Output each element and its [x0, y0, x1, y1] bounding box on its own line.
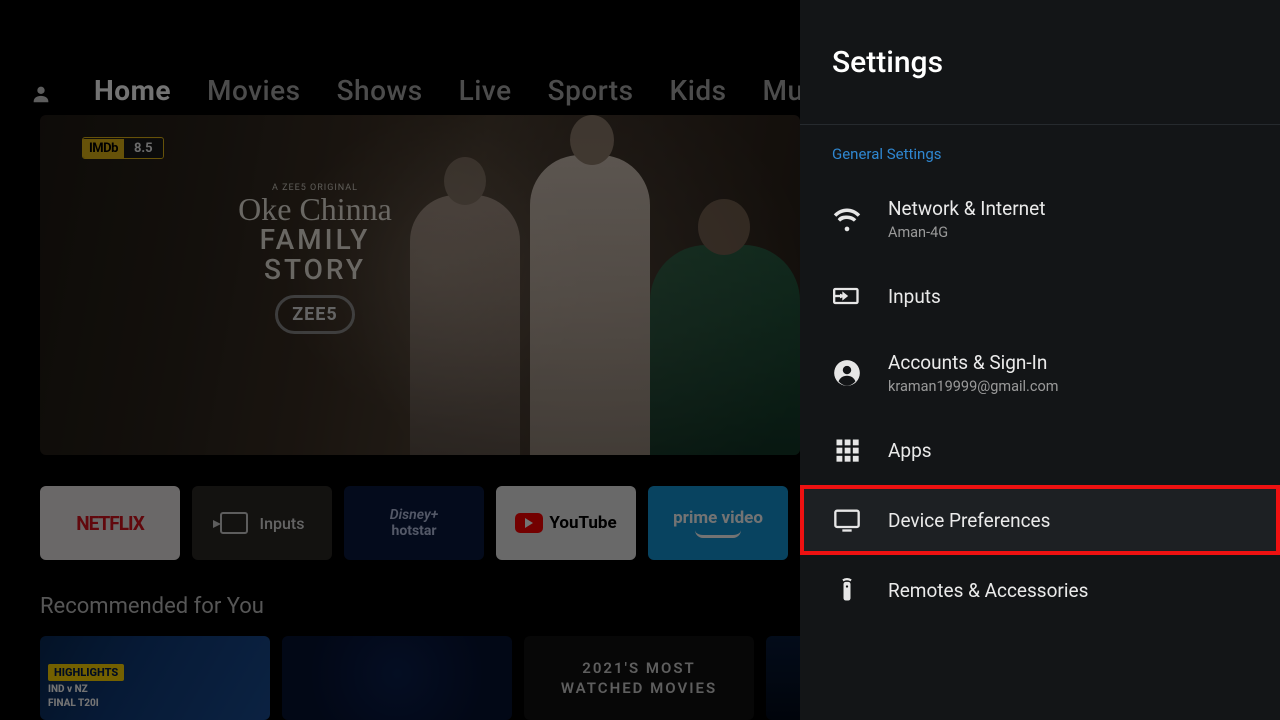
- settings-item-remotes[interactable]: Remotes & Accessories: [800, 555, 1280, 625]
- hero-tagline: A ZEE5 ORIGINAL: [220, 183, 410, 193]
- tile-prime[interactable]: prime video: [648, 486, 788, 560]
- reco-card-2[interactable]: [282, 636, 512, 720]
- settings-item-title: Device Preferences: [888, 509, 1050, 532]
- account-icon: [832, 358, 862, 388]
- reco-card-1[interactable]: HIGHLIGHTS IND v NZ FINAL T20I: [40, 636, 270, 720]
- remote-icon: [832, 575, 862, 605]
- hero-figure: [410, 195, 520, 455]
- settings-item-inputs[interactable]: Inputs: [800, 261, 1280, 331]
- tv-icon: [832, 505, 862, 535]
- youtube-play-icon: [515, 513, 543, 533]
- settings-item-title: Inputs: [888, 285, 941, 308]
- hero-title-2: STORY: [220, 255, 410, 285]
- settings-item-subtitle: Aman-4G: [888, 224, 1045, 241]
- settings-section-header: General Settings: [800, 125, 1280, 177]
- tile-hotstar[interactable]: Disney+ hotstar: [344, 486, 484, 560]
- settings-list: Network & Internet Aman-4G Inputs Accounts …: [800, 177, 1280, 625]
- app-tiles-row: NETFLIX Inputs Disney+ hotstar YouTube p…: [40, 486, 788, 560]
- hero-title-block: A ZEE5 ORIGINAL Oke Chinna FAMILY STORY …: [220, 183, 410, 334]
- settings-item-subtitle: kraman19999@gmail.com: [888, 378, 1058, 395]
- youtube-label: YouTube: [549, 513, 616, 533]
- hotstar-top: Disney+: [390, 507, 438, 523]
- tile-inputs-label: Inputs: [260, 514, 305, 533]
- recommended-heading: Recommended for You: [40, 594, 264, 619]
- settings-item-device[interactable]: Device Preferences: [800, 485, 1280, 555]
- settings-item-title: Apps: [888, 439, 932, 462]
- tile-youtube[interactable]: YouTube: [496, 486, 636, 560]
- hotstar-bot: hotstar: [391, 523, 436, 539]
- card1-line3: FINAL T20I: [48, 698, 99, 709]
- card3-line1: 2021'S MOST: [561, 658, 717, 678]
- hero-banner[interactable]: IMDb 8.5 A ZEE5 ORIGINAL Oke Chinna FAMI…: [40, 115, 800, 455]
- settings-title: Settings: [800, 0, 1280, 124]
- settings-item-title: Network & Internet: [888, 197, 1045, 220]
- tile-inputs[interactable]: Inputs: [192, 486, 332, 560]
- prime-label: prime video: [673, 508, 763, 528]
- hero-figure: [530, 155, 650, 455]
- profile-icon[interactable]: [30, 79, 52, 101]
- imdb-logo: IMDb: [83, 139, 124, 158]
- hero-title-1: FAMILY: [220, 225, 410, 255]
- settings-item-apps[interactable]: Apps: [800, 415, 1280, 485]
- wifi-icon: [832, 204, 862, 234]
- prime-smile-icon: [695, 530, 741, 538]
- card1-line2: IND v NZ: [48, 684, 88, 695]
- input-icon: [832, 281, 862, 311]
- apps-icon: [832, 435, 862, 465]
- nav-shows[interactable]: Shows: [337, 74, 423, 107]
- settings-item-accounts[interactable]: Accounts & Sign-In kraman19999@gmail.com: [800, 331, 1280, 415]
- settings-item-title: Remotes & Accessories: [888, 579, 1088, 602]
- hero-script: Oke Chinna: [220, 195, 410, 223]
- nav-sports[interactable]: Sports: [548, 74, 634, 107]
- settings-item-network[interactable]: Network & Internet Aman-4G: [800, 177, 1280, 261]
- settings-panel: Settings General Settings Network & Inte…: [800, 0, 1280, 720]
- tile-netflix[interactable]: NETFLIX: [40, 486, 180, 560]
- input-icon: [220, 512, 248, 534]
- imdb-badge: IMDb 8.5: [82, 137, 164, 159]
- card3-line2: WATCHED MOVIES: [561, 678, 717, 698]
- card1-tag: HIGHLIGHTS: [48, 664, 124, 681]
- hero-figure: [650, 245, 800, 455]
- reco-card-3[interactable]: 2021'S MOST WATCHED MOVIES: [524, 636, 754, 720]
- nav-kids[interactable]: Kids: [670, 74, 727, 107]
- nav-live[interactable]: Live: [459, 74, 512, 107]
- imdb-score: 8.5: [124, 139, 163, 158]
- nav-movies[interactable]: Movies: [207, 74, 301, 107]
- hero-network: ZEE5: [275, 295, 355, 334]
- settings-item-title: Accounts & Sign-In: [888, 351, 1058, 374]
- nav-home[interactable]: Home: [94, 74, 171, 107]
